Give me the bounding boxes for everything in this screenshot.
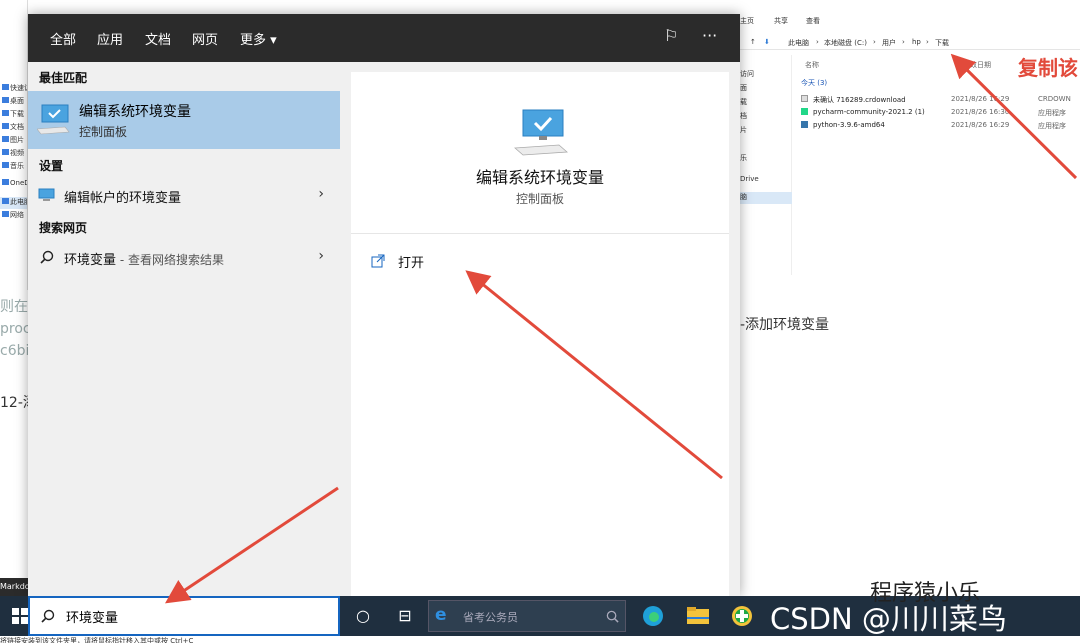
results-list: 最佳匹配 编辑系统环境变量 控制面板 设置 编辑帐户的环境变量 › 搜索网页 环… [28, 62, 340, 596]
bg-nav-item: 音乐 [0, 161, 27, 173]
background-bottom-text: 将链接安装到该文件夹里，请将鼠标指针移入其中或按 Ctrl+C [0, 636, 1080, 643]
bg-nav-item: 快速访 [0, 83, 27, 95]
settings-item-label: 编辑帐户的环境变量 [64, 191, 182, 206]
background-markdown-tab: Markdo [0, 578, 28, 596]
section-title-best-match: 最佳匹配 [39, 71, 88, 85]
search-input-value[interactable]: 环境变量 [66, 607, 118, 626]
section-title-web: 搜索网页 [39, 221, 88, 235]
task-view-button[interactable]: ⊟ [385, 596, 425, 636]
explorer-nav-pane: 访问 面 载 档 片 乐 Drive 脑 [740, 55, 792, 275]
search-icon [606, 610, 619, 623]
edge-browser-icon[interactable] [633, 596, 673, 636]
file-row: python-3.9.6-amd64 2021/8/26 16:29 应用程序 [801, 121, 1080, 131]
best-match-subtitle: 控制面板 [79, 125, 128, 139]
bg-nav-item: 视频 [0, 148, 27, 160]
up-arrow-icon: ↑ [750, 38, 756, 46]
search-icon [40, 250, 54, 264]
bg-nav-item: 桌面 [0, 96, 27, 108]
more-options-icon[interactable]: ··· [702, 26, 717, 45]
app-green-icon[interactable] [722, 596, 762, 636]
annotation-text: 复制该 [1018, 56, 1078, 80]
web-search-result-item[interactable]: 环境变量 - 查看网络搜索结果 › [28, 242, 340, 272]
file-row: pycharm-community-2021.2 (1) 2021/8/26 1… [801, 108, 1080, 118]
explorer-file-list: 名称 修改日期 今天 (3) 未确认 716289.crdownload 202… [795, 55, 1080, 280]
background-file-explorer: 主页 共享 查看 ↑ ⬇ 此电脑 › 本地磁盘 (C:) › 用户 › hp ›… [740, 0, 1080, 280]
preview-title: 编辑系统环境变量 [475, 168, 604, 187]
search-filter-bar: 全部 应用 文档 网页 更多 ▾ ⚐ ··· [28, 14, 740, 65]
bg-nav-item: 网络 [0, 210, 27, 222]
explorer-address-bar: ↑ ⬇ 此电脑 › 本地磁盘 (C:) › 用户 › hp › 下载 [740, 32, 1080, 50]
cortana-button[interactable]: ○ [343, 596, 383, 636]
file-explorer-icon[interactable] [678, 596, 718, 636]
best-match-result[interactable]: 编辑系统环境变量 控制面板 [28, 91, 340, 149]
ie-search-placeholder: 省考公务员 [463, 611, 518, 624]
group-header: 今天 (3) [801, 79, 828, 87]
bg-nav-item: 文档 [0, 122, 27, 134]
ie-icon: e [435, 605, 447, 625]
tab-more[interactable]: 更多 ▾ [240, 29, 277, 48]
web-item-label: 环境变量 - 查看网络搜索结果 [64, 253, 224, 268]
download-arrow-icon: ⬇ [764, 38, 770, 46]
feedback-icon[interactable]: ⚐ [664, 26, 678, 45]
file-row: 未确认 716289.crdownload 2021/8/26 16:29 CR… [801, 95, 1080, 105]
bg-nav-item: 下载 [0, 109, 27, 121]
result-preview-pane: 编辑系统环境变量 控制面板 打开 [351, 72, 729, 596]
bg-nav-item: 图片 [0, 135, 27, 147]
bg-nav-item: OneDr [0, 179, 27, 191]
section-title-settings: 设置 [39, 159, 64, 173]
search-icon [41, 609, 55, 623]
taskbar-search-box[interactable]: 环境变量 [28, 596, 340, 636]
tab-all[interactable]: 全部 [48, 29, 78, 65]
background-text: -添加环境变量 [740, 317, 830, 333]
monitor-icon [38, 188, 55, 201]
system-settings-large-icon [514, 109, 568, 156]
open-action[interactable]: 打开 [371, 250, 711, 274]
bg-nav-item: 此电脑 [0, 197, 27, 209]
background-explorer-left: 快速访 桌面 下载 文档 图片 视频 音乐 OneDr 此电脑 网络 [0, 0, 28, 290]
preview-subtitle: 控制面板 [515, 192, 564, 206]
chevron-right-icon[interactable]: › [318, 186, 324, 202]
explorer-ribbon: 主页 共享 查看 [740, 17, 820, 25]
settings-result-item[interactable]: 编辑帐户的环境变量 › [28, 180, 340, 210]
open-external-icon [371, 254, 385, 268]
ie-search-box[interactable]: e 省考公务员 [428, 600, 626, 632]
tab-documents[interactable]: 文档 [145, 29, 171, 48]
csdn-watermark: CSDN @川川菜鸟 [770, 602, 1007, 636]
tab-web[interactable]: 网页 [192, 29, 218, 48]
open-label: 打开 [398, 256, 425, 271]
start-search-panel: 全部 应用 文档 网页 更多 ▾ ⚐ ··· 最佳匹配 编辑系统环境变量 控制面… [28, 14, 740, 596]
windows-logo-icon [12, 608, 28, 624]
tab-apps[interactable]: 应用 [97, 29, 123, 48]
chevron-right-icon[interactable]: › [318, 248, 324, 264]
best-match-title: 编辑系统环境变量 [79, 104, 191, 120]
divider [351, 233, 729, 234]
system-settings-icon [37, 104, 70, 135]
